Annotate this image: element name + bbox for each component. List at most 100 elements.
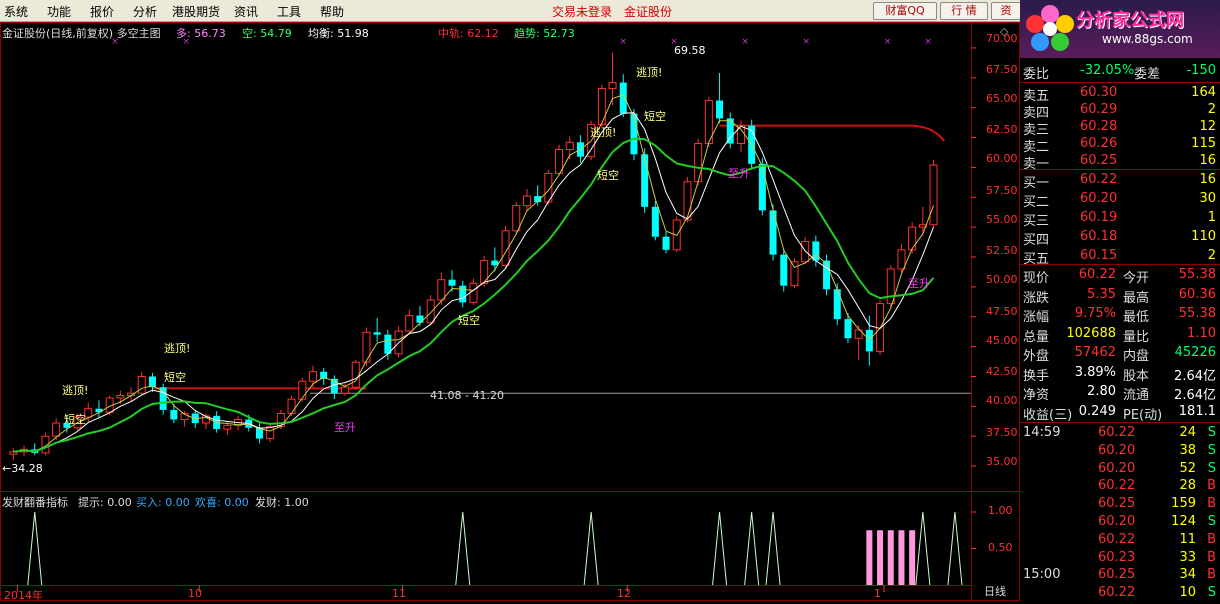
y-tick-label: 42.50: [986, 365, 1018, 378]
indicator-bar: [877, 530, 884, 585]
separator: [1020, 422, 1220, 423]
y-tick-label: 52.50: [986, 244, 1018, 257]
y-tick-label: 70.00: [986, 32, 1018, 45]
bid-price: 60.22: [1080, 172, 1118, 187]
menu-item-tools[interactable]: 工具: [277, 3, 301, 20]
stat-label: 流通: [1123, 388, 1150, 403]
bid-price: 60.15: [1080, 248, 1118, 263]
tick-side: S: [1207, 425, 1216, 440]
tick-volume: 11: [1179, 531, 1196, 547]
weibi-label: 委比: [1023, 67, 1050, 82]
candle-body: [929, 164, 938, 226]
indicator-bar: [866, 530, 873, 585]
tick-volume: 28: [1179, 478, 1196, 494]
stat-value: 2.64亿: [1174, 388, 1216, 403]
stat-value: 5.35: [1087, 286, 1116, 302]
tick-side: S: [1207, 460, 1216, 476]
sub-tishi-value: 提示: 0.00: [78, 496, 132, 509]
y-tick-label: 47.50: [986, 305, 1018, 318]
bid-level-label: 买四: [1023, 233, 1050, 248]
tick-price: 60.22: [1098, 531, 1136, 547]
info-button[interactable]: 资: [991, 2, 1021, 20]
tick-row: 60.23 33 B: [1020, 549, 1220, 568]
menu-item-news[interactable]: 资讯: [234, 3, 258, 20]
tick-price: 60.25: [1098, 496, 1136, 512]
indicator-signal-line: [712, 511, 728, 586]
tick-side: S: [1207, 514, 1216, 529]
site-logo: 分析家公式网 www.88gs.com: [1020, 0, 1220, 58]
bid-level-label: 买三: [1023, 214, 1050, 229]
price-high-label: 69.58: [674, 44, 706, 57]
indicator-signal-line: [744, 511, 760, 586]
menu-item-hk-futures[interactable]: 港股期货: [172, 3, 220, 20]
candle-body: [812, 241, 820, 261]
indicator-signal-line: [765, 511, 781, 586]
candle-body: [844, 319, 852, 339]
candle-body: [769, 210, 777, 255]
stat-value: 57462: [1074, 345, 1116, 360]
stat-label: 涨跌: [1023, 290, 1050, 306]
ask-volume: 164: [1191, 85, 1216, 100]
menu-item-quote[interactable]: 报价: [90, 3, 114, 20]
candle-body: [565, 141, 574, 150]
y-tick-label: 67.50: [986, 63, 1018, 76]
bid-price: 60.20: [1080, 191, 1118, 206]
stat-label: PE(动): [1123, 407, 1163, 423]
chart-area[interactable]: × × × × × × × × 金证股份(日线,前复权) 多空主图 多: 56.73 空: 5…: [0, 22, 1020, 602]
stat-value: 1.10: [1187, 325, 1216, 341]
candle-body: [223, 424, 232, 430]
stat-label: 股本: [1123, 368, 1150, 384]
indicator-signal-line: [27, 511, 43, 586]
indicator-signal-line: [455, 511, 471, 586]
y-tick-label: 60.00: [986, 152, 1018, 165]
stat-label: 涨幅: [1023, 310, 1050, 325]
stat-value: 3.89%: [1074, 364, 1116, 380]
indicator-signal-line: [915, 511, 931, 586]
sub-facai-value: 发财: 1.00: [255, 496, 309, 509]
bid-level-row: 买三 60.19 1: [1020, 209, 1220, 229]
y-tick-label: 50.00: [986, 273, 1018, 286]
ask-price: 60.25: [1080, 153, 1118, 168]
market-button[interactable]: 行 情: [940, 2, 988, 20]
bid-level-row: 买一 60.22 16: [1020, 171, 1220, 191]
sub-huanxi-value: 欢喜: 0.00: [195, 496, 249, 509]
stat-label: 换手: [1023, 368, 1050, 384]
tick-row: 60.20 124 S: [1020, 513, 1220, 532]
menu-item-function[interactable]: 功能: [47, 3, 71, 20]
signal-short: 短空: [644, 110, 666, 123]
stat-row: 现价 60.22 今开 55.38: [1020, 266, 1220, 286]
period-label[interactable]: 日线: [971, 583, 1019, 600]
tick-side: S: [1207, 442, 1216, 458]
stat-value: 55.38: [1178, 267, 1216, 282]
current-stock-name: 金证股份: [624, 5, 673, 19]
stat-label: 净资: [1023, 388, 1050, 403]
tick-side: B: [1207, 531, 1216, 547]
stat-value: 2.80: [1087, 384, 1116, 399]
candle-body: [886, 268, 895, 305]
menu-item-analysis[interactable]: 分析: [133, 3, 157, 20]
x-tick-label: 1: [874, 587, 881, 600]
wealth-qq-button[interactable]: 财富QQ: [873, 2, 937, 20]
quote-panel: 委比 -32.05% 委差 -150 卖五 60.30 164 卖四 60.29 2 卖三 6…: [1020, 58, 1220, 601]
ask-volume: 115: [1191, 136, 1216, 151]
menu-item-system[interactable]: 系统: [4, 3, 28, 20]
signal-rise: 至升: [728, 167, 750, 180]
stat-label: 收益(三): [1023, 407, 1073, 423]
tick-side: B: [1207, 549, 1216, 565]
indicator-signal-line: [583, 511, 599, 586]
signal-rise: 至升: [908, 277, 930, 290]
bid-level-row: 买四 60.18 110: [1020, 228, 1220, 248]
candle-body: [619, 82, 627, 114]
candle-body: [351, 361, 360, 388]
tick-price: 60.20: [1098, 514, 1136, 529]
menu-item-help[interactable]: 帮助: [320, 3, 344, 20]
tick-row: 60.20 38 S: [1020, 442, 1220, 461]
stat-row: 涨幅 9.75% 最低 55.38: [1020, 305, 1220, 325]
candle-body: [641, 154, 649, 207]
x-tick-label: 10: [188, 587, 202, 600]
stat-value: 181.1: [1178, 403, 1216, 419]
stat-label: 最低: [1123, 310, 1150, 325]
weicha-value: -150: [1186, 63, 1216, 78]
signal-short: 短空: [164, 371, 186, 384]
stat-value: 60.36: [1178, 286, 1216, 302]
